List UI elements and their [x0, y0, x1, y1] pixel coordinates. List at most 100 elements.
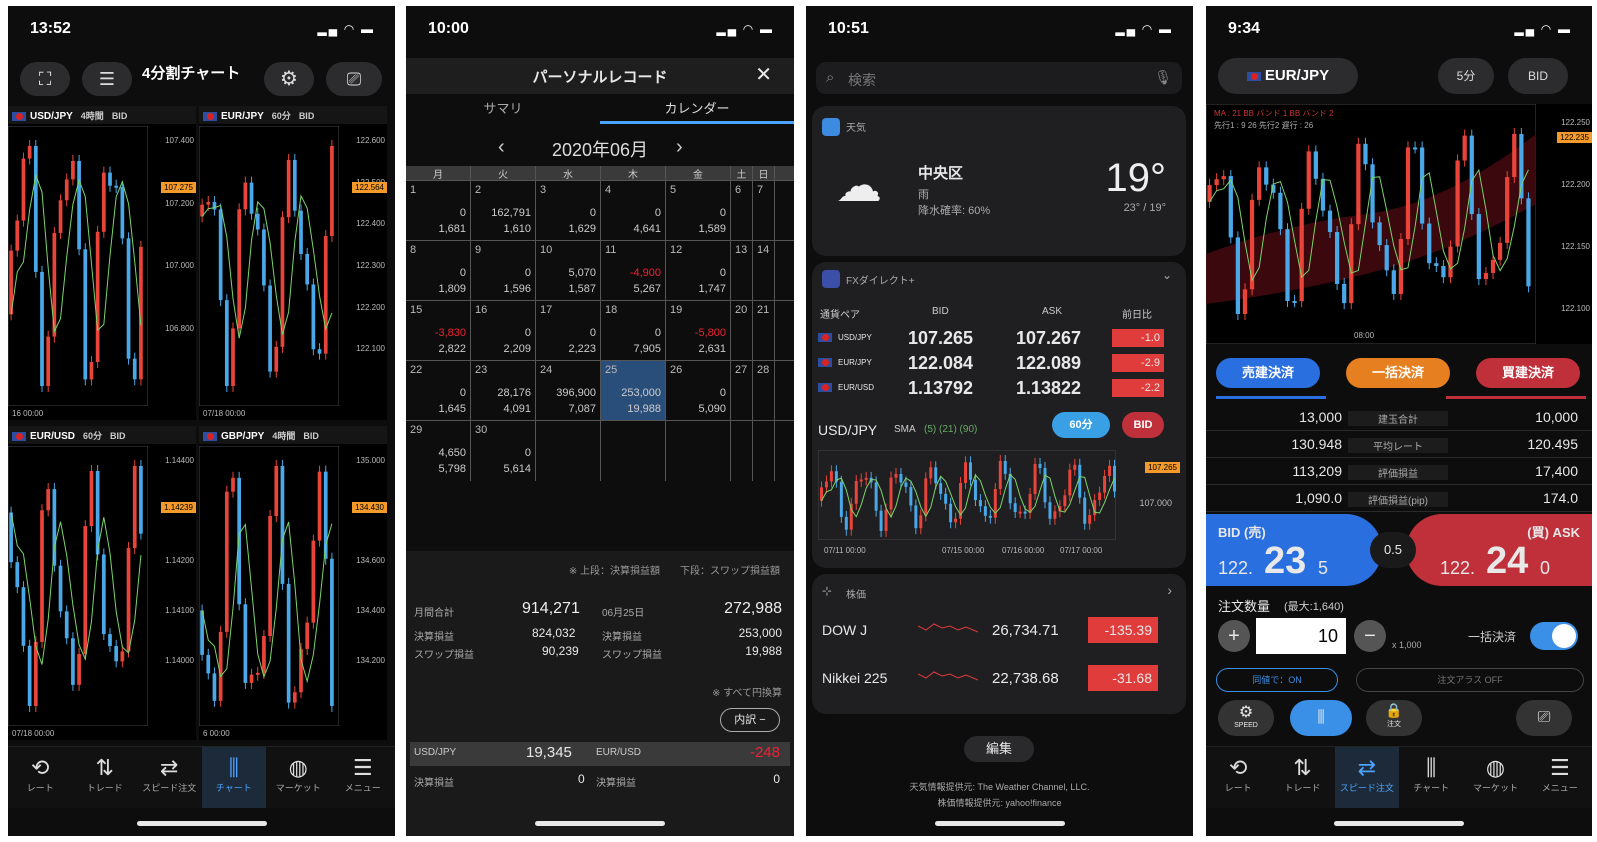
mic-icon[interactable]: 🎙	[1154, 69, 1172, 86]
rate-row[interactable]: USD/JPY 107.265 107.267 -1.0	[812, 326, 1186, 351]
order-option-toggle[interactable]: 注文アラス OFF	[1356, 668, 1584, 692]
city: 中央区	[918, 165, 964, 182]
calendar-day[interactable]: 25 253,000 19,988	[601, 361, 666, 421]
plus-icon[interactable]: +	[1218, 620, 1250, 652]
change: -2.9	[1112, 354, 1164, 372]
speed-settings-button[interactable]: ⚙ SPEED	[1218, 700, 1274, 736]
tab-5[interactable]: ☰ メニュー	[331, 747, 396, 808]
tab-4[interactable]: ◍ マーケット	[266, 747, 331, 808]
calendar-day[interactable]: 20	[731, 301, 753, 361]
tab-calendar[interactable]: カレンダー	[600, 98, 794, 124]
tab-summary[interactable]: サマリ	[406, 98, 600, 117]
tab-3[interactable]: ⫼ チャート	[201, 747, 266, 808]
buy-settle-button[interactable]: 買建決済	[1476, 358, 1580, 388]
calendar-day[interactable]: 17 0 2,223	[536, 301, 601, 361]
calendar-day[interactable]: 23 28,176 4,091	[471, 361, 536, 421]
next-month-icon[interactable]: ›	[676, 136, 683, 159]
calendar-day[interactable]: 5 0 1,589	[666, 181, 731, 241]
calendar-day[interactable]: 14	[753, 241, 775, 301]
calendar-day[interactable]: 16 0 2,209	[471, 301, 536, 361]
rate-row[interactable]: EUR/USD 1.13792 1.13822 -2.2	[812, 376, 1186, 401]
tab-1[interactable]: ⇅ トレード	[1270, 747, 1334, 808]
tab-1[interactable]: ⇅ トレード	[73, 747, 138, 808]
layout-icon[interactable]: ☰	[82, 62, 132, 96]
calendar-day[interactable]: 4 0 4,641	[601, 181, 666, 241]
bid-button[interactable]: BID	[1122, 412, 1164, 438]
chart-cell[interactable]: USD/JPY 4時間 BID 107.400 107.200 107.000 106.80…	[8, 106, 196, 420]
fx-widget[interactable]: FXダイレクト+ ⌄ 通貨ペア BID ASK 前日比 USD/JPY 107.265 1…	[812, 262, 1186, 568]
calendar-day[interactable]: 11 -4,900 5,267	[601, 241, 666, 301]
same-price-toggle[interactable]: 同値で：ON	[1216, 668, 1338, 692]
calendar-day[interactable]: 7	[753, 181, 775, 241]
bulk-settle-button[interactable]: 一括決済	[1346, 358, 1450, 388]
tab-0[interactable]: ⟲ レート	[8, 747, 73, 808]
search-input[interactable]: ⌕ 検索 🎙	[816, 62, 1182, 94]
calendar-day[interactable]: 26 0 5,090	[666, 361, 731, 421]
calendar-day[interactable]: 15 -3,830 2,822	[406, 301, 471, 361]
calendar-day[interactable]	[753, 421, 775, 481]
timeframe-button[interactable]: 5分	[1438, 58, 1494, 94]
edit-button[interactable]: 編集	[964, 736, 1034, 762]
chart-toggle-icon[interactable]: ⫼	[1290, 700, 1352, 736]
calendar-day[interactable]: 24 396,900 7,087	[536, 361, 601, 421]
bid-sell-button[interactable]: BID (売) 122. 23 5	[1206, 514, 1382, 586]
tab-3[interactable]: ⫼ チャート	[1399, 747, 1463, 808]
rate-row[interactable]: EUR/JPY 122.084 122.089 -2.9	[812, 351, 1186, 376]
calendar-day[interactable]	[601, 421, 666, 481]
ask-buy-button[interactable]: (買) ASK 122. 24 0	[1406, 514, 1592, 586]
calendar-day[interactable]: 22 0 1,645	[406, 361, 471, 421]
tab-5[interactable]: ☰ メニュー	[1528, 747, 1592, 808]
index-change: -135.39	[1088, 617, 1158, 643]
weather-widget[interactable]: 天気 ☁ 中央区 雨 降水確率: 60% 19° 23° / 19°	[812, 106, 1186, 256]
chart-cell[interactable]: GBP/JPY4時間BID135.000134.800134.600134.40…	[199, 426, 387, 740]
calendar-day[interactable]: 10 5,070 1,587	[536, 241, 601, 301]
quantity-input[interactable]: 10	[1256, 618, 1346, 654]
rotate-icon[interactable]: ⎚	[1516, 700, 1572, 736]
calendar-day[interactable]: 3 0 1,629	[536, 181, 601, 241]
tab-2[interactable]: ⇄ スピード注文	[137, 747, 202, 808]
order-lock-button[interactable]: 🔒 注文	[1366, 700, 1422, 736]
calendar-day[interactable]: 9 0 1,596	[471, 241, 536, 301]
calendar-day[interactable]: 29 4,650 5,798	[406, 421, 471, 481]
main-chart[interactable]: MA : 21 BB バンド 1 BB バンド 2 先行1 : 9 26 先行2…	[1206, 104, 1592, 344]
calendar-day[interactable]	[731, 421, 753, 481]
calendar-day[interactable]: 30 0 5,614	[471, 421, 536, 481]
calendar-day[interactable]: 13	[731, 241, 753, 301]
rate-icon: ⟲	[31, 755, 50, 780]
calendar-day[interactable]: 1 0 1,681	[406, 181, 471, 241]
bulk-toggle[interactable]	[1530, 622, 1578, 650]
tab-4[interactable]: ◍ マーケット	[1463, 747, 1527, 808]
calendar-day[interactable]: 21	[753, 301, 775, 361]
minus-icon[interactable]: −	[1354, 620, 1386, 652]
rotate-icon[interactable]: ⎚	[326, 62, 382, 96]
fullscreen-icon[interactable]: ⛶	[20, 62, 70, 96]
breakdown-button[interactable]: 内訳 −	[720, 708, 780, 732]
calendar-day[interactable]	[666, 421, 731, 481]
calendar-day[interactable]: 8 0 1,809	[406, 241, 471, 301]
stocks-widget[interactable]: ⊹ 株価 › DOW J 26,734.71 -135.39 Nikkei 225 22…	[812, 574, 1186, 714]
calendar-day[interactable]	[536, 421, 601, 481]
calendar-day[interactable]: 6	[731, 181, 753, 241]
gear-icon[interactable]: ⚙	[264, 62, 314, 96]
chevron-right-icon[interactable]: ›	[1167, 582, 1172, 598]
calendar-day[interactable]: 28	[753, 361, 775, 421]
ask: 122.089	[1016, 353, 1082, 373]
tab-2[interactable]: ⇄ スピード注文	[1334, 747, 1399, 808]
weekday-header: 月火水木金土日	[406, 166, 794, 181]
bid-ask-toggle[interactable]: BID	[1508, 58, 1568, 94]
mini-chart[interactable]	[818, 450, 1117, 540]
chevron-down-icon[interactable]: ⌄	[1162, 268, 1172, 282]
sell-settle-button[interactable]: 売建決済	[1216, 358, 1320, 388]
calendar-day[interactable]: 27	[731, 361, 753, 421]
close-icon[interactable]: ✕	[755, 62, 772, 87]
calendar-day[interactable]: 18 0 7,905	[601, 301, 666, 361]
pair-selector[interactable]: EUR/JPY	[1218, 58, 1358, 94]
calendar-day[interactable]: 19 -5,800 2,631	[666, 301, 731, 361]
candle	[1448, 246, 1453, 278]
timeframe-button[interactable]: 60分	[1052, 412, 1110, 438]
calendar-day[interactable]: 2 162,791 1,610	[471, 181, 536, 241]
chart-cell[interactable]: EUR/USD60分BID1.144001.143001.142001.1410…	[8, 426, 196, 740]
calendar-day[interactable]: 12 0 1,747	[666, 241, 731, 301]
tab-0[interactable]: ⟲ レート	[1206, 747, 1270, 808]
chart-cell[interactable]: EUR/JPY60分BID122.600122.500122.400122.30…	[199, 106, 387, 420]
